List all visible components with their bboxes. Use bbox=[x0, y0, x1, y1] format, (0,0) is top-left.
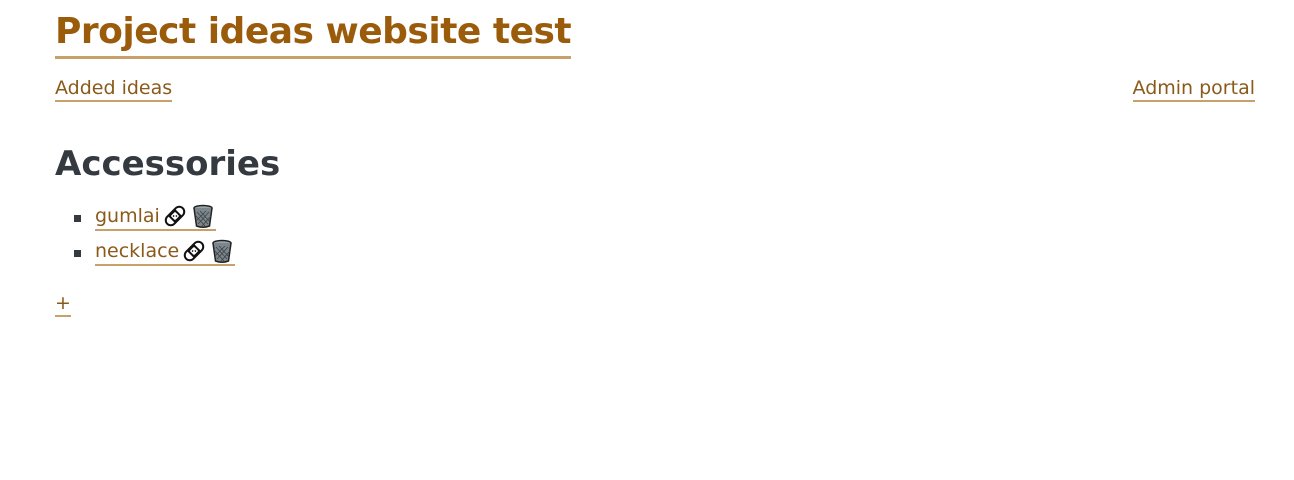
added-ideas-link[interactable]: Added ideas bbox=[55, 76, 173, 102]
list-item: necklace bbox=[55, 238, 236, 273]
bullet bbox=[74, 250, 81, 257]
site-title-link[interactable]: Project ideas website test bbox=[55, 11, 572, 52]
admin-portal-link[interactable]: Admin portal bbox=[1132, 76, 1255, 102]
section-heading: Accessories bbox=[55, 144, 281, 184]
list-item: gumlai bbox=[55, 203, 235, 238]
idea-link-necklace[interactable]: necklace bbox=[95, 238, 236, 266]
bullet bbox=[74, 215, 81, 222]
idea-list: gumlai necklace bbox=[55, 203, 236, 273]
adhesive-bandage-icon[interactable] bbox=[162, 203, 188, 229]
wastebasket-icon[interactable] bbox=[190, 203, 216, 229]
idea-label[interactable]: gumlai bbox=[95, 203, 160, 229]
add-idea-link[interactable]: + bbox=[55, 291, 71, 317]
idea-label[interactable]: necklace bbox=[95, 238, 179, 264]
site-title[interactable]: Project ideas website test bbox=[55, 8, 572, 59]
idea-link-gumlai[interactable]: gumlai bbox=[95, 203, 216, 231]
wastebasket-icon[interactable] bbox=[209, 238, 235, 264]
adhesive-bandage-icon[interactable] bbox=[181, 238, 207, 264]
